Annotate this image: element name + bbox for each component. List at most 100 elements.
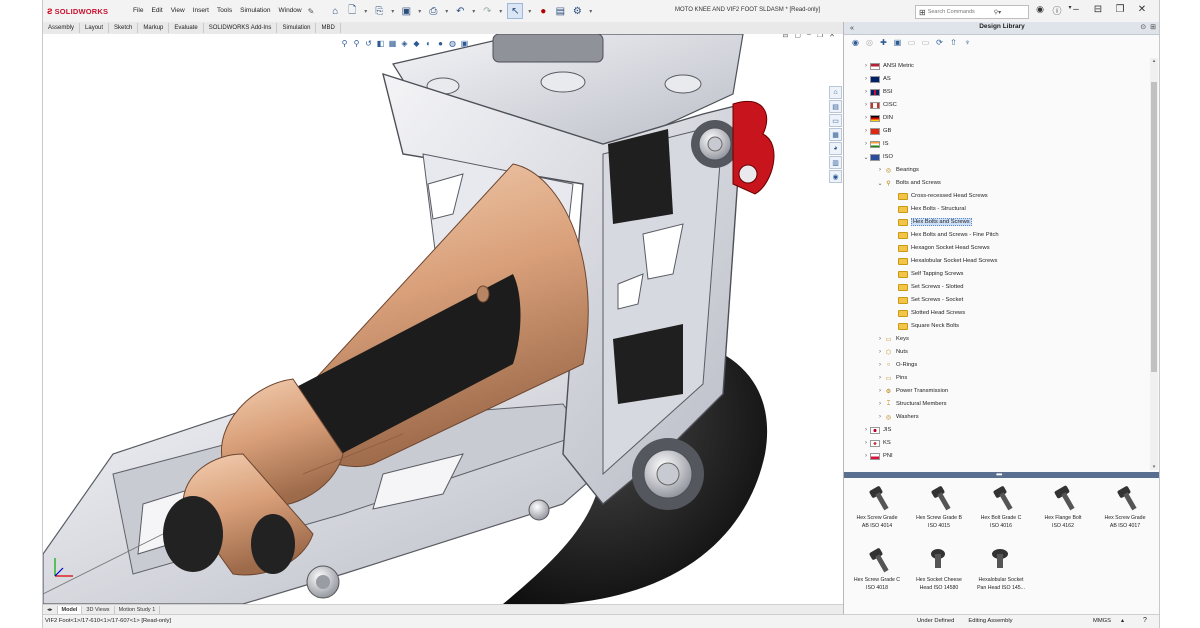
tree-item-bsi[interactable]: › BSI <box>862 86 892 98</box>
tab-markup[interactable]: Markup <box>138 23 170 33</box>
tree-item-iso[interactable]: ⌄ ISO <box>862 151 893 163</box>
print-dropdown-icon[interactable]: ▾ <box>443 4 450 18</box>
undo-icon[interactable]: ↶ <box>453 4 467 18</box>
library-item-hex-socket-cheese-head-iso-14580[interactable]: Hex Socket Cheese Head ISO 14580 <box>908 546 970 591</box>
up-one-level-icon[interactable]: ⇧ <box>948 37 959 48</box>
scroll-up-icon[interactable]: ▴ <box>1150 58 1158 64</box>
tree-item-structural-members[interactable]: › ⌶ Structural Members <box>876 398 947 410</box>
library-item-hex-screw-grade-ab-iso-4014[interactable]: Hex Screw Grade AB ISO 4014 <box>846 484 908 529</box>
tile-icon[interactable]: ⊟ <box>1087 4 1109 15</box>
menu-window[interactable]: Window <box>274 7 305 16</box>
tree-item-power-transmission[interactable]: › ⚙ Power Transmission <box>876 385 948 397</box>
menu-simulation[interactable]: Simulation <box>236 7 274 16</box>
tree-item-jis[interactable]: › JIS <box>862 424 891 436</box>
expand-icon[interactable]: › <box>876 375 884 381</box>
restore-icon[interactable]: ❐ <box>1109 4 1131 15</box>
tree-item-keys[interactable]: › ▭ Keys <box>876 333 909 345</box>
expand-icon[interactable]: › <box>876 362 884 368</box>
collapse-panel-icon[interactable]: « <box>850 25 854 32</box>
options-gear-icon[interactable]: ⚙ <box>570 4 584 18</box>
expand-icon[interactable]: › <box>876 349 884 355</box>
rebuild-icon[interactable]: ● <box>536 4 550 18</box>
scroll-down-icon[interactable]: ▾ <box>1150 464 1158 470</box>
expand-icon[interactable]: › <box>862 453 870 459</box>
expand-icon[interactable]: › <box>862 128 870 134</box>
solidworks-forum-icon[interactable]: ◉ <box>829 170 842 183</box>
search-commands-input[interactable] <box>927 9 990 15</box>
tree-item-self-tapping-screws[interactable]: Self Tapping Screws <box>898 268 963 280</box>
expand-icon[interactable]: › <box>862 115 870 121</box>
dynamic-annotation-icon[interactable]: ▦ <box>387 38 398 49</box>
search-scope-icon[interactable]: ⊞ <box>919 8 926 17</box>
tree-item-bolts-and-screws[interactable]: ⌄ ⚲ Bolts and Screws <box>876 177 940 189</box>
menu-file[interactable]: File <box>129 7 147 16</box>
viewport-minimize-icon[interactable]: – <box>807 34 811 39</box>
zoom-area-icon[interactable]: ⚲ <box>351 38 362 49</box>
viewport-close-icon[interactable]: ✕ <box>829 34 835 39</box>
library-item-hex-screw-grade-c-iso-4018[interactable]: Hex Screw Grade C ISO 4018 <box>846 546 908 591</box>
tree-item-as[interactable]: › AS <box>862 73 891 85</box>
panel-options-icon[interactable]: ⊙ <box>1140 23 1146 31</box>
pin-menu-icon[interactable]: ✎ <box>308 7 315 16</box>
splitter-grip-icon[interactable]: ••• <box>996 470 1002 479</box>
expand-icon[interactable]: › <box>876 388 884 394</box>
expand-icon[interactable]: › <box>862 427 870 433</box>
tree-item-din[interactable]: › DIN <box>862 112 893 124</box>
tab-assembly[interactable]: Assembly <box>43 23 81 33</box>
undo-dropdown-icon[interactable]: ▾ <box>470 4 477 18</box>
tree-item-pins[interactable]: › ▭ Pins <box>876 372 907 384</box>
menu-insert[interactable]: Insert <box>189 7 213 16</box>
library-item-hex-screw-grade-b-iso-4015[interactable]: Hex Screw Grade B ISO 4015 <box>908 484 970 529</box>
viewport-tile-icon[interactable]: ▢ <box>794 34 801 39</box>
solidworks-logo[interactable]: ƨ SOLIDWORKS <box>47 6 121 17</box>
tab-mbd[interactable]: MBD <box>316 23 341 33</box>
tree-item-hex-bolts-fine-pitch[interactable]: Hex Bolts and Screws - Fine Pitch <box>898 229 999 241</box>
tab-sketch[interactable]: Sketch <box>109 23 139 33</box>
previous-view-icon[interactable]: ↺ <box>363 38 374 49</box>
open-dropdown-icon[interactable]: ▾ <box>389 4 396 18</box>
library-item-hex-bolt-grade-c-iso-4016[interactable]: Hex Bolt Grade C ISO 4016 <box>970 484 1032 529</box>
status-help-icon[interactable]: ? <box>1143 617 1147 624</box>
search-magnifier-icon[interactable]: ⚲▾ <box>994 9 1001 16</box>
print-icon[interactable]: ⎙ <box>426 4 440 18</box>
tree-item-cross-recessed-head-screws[interactable]: Cross-recessed Head Screws <box>898 190 988 202</box>
tree-item-square-neck-bolts[interactable]: Square Neck Bolts <box>898 320 959 332</box>
save-dropdown-icon[interactable]: ▾ <box>416 4 423 18</box>
tree-item-o-rings[interactable]: › ○ O-Rings <box>876 359 917 371</box>
back-icon[interactable]: ◉ <box>850 37 861 48</box>
tree-item-cisc[interactable]: › CISC <box>862 99 897 111</box>
collapse-icon[interactable]: ⌄ <box>876 180 884 187</box>
new-document-icon[interactable]: 🗋 <box>345 4 359 18</box>
expand-icon[interactable]: › <box>862 89 870 95</box>
tab-simulation[interactable]: Simulation <box>277 23 317 33</box>
tab-layout[interactable]: Layout <box>80 23 110 33</box>
open-icon[interactable]: ⎘ <box>372 4 386 18</box>
unit-system-button[interactable]: MMGS <box>1093 618 1111 624</box>
menu-tools[interactable]: Tools <box>213 7 236 16</box>
tab-solidworks-addins[interactable]: SOLIDWORKS Add-Ins <box>204 23 278 33</box>
view-orientation-icon[interactable]: ◈ <box>399 38 410 49</box>
search-commands-box[interactable]: ⊞ ⚲▾ <box>915 5 1029 19</box>
tree-item-washers[interactable]: › ◎ Washers <box>876 411 919 423</box>
viewport-restore-icon[interactable]: ❐ <box>817 34 823 39</box>
display-style-icon[interactable]: ◆ <box>411 38 422 49</box>
unit-system-dropdown-icon[interactable]: ▴ <box>1121 618 1124 624</box>
menu-view[interactable]: View <box>167 7 189 16</box>
tree-item-is[interactable]: › IS <box>862 138 888 150</box>
view-settings-icon[interactable]: ▣ <box>459 38 470 49</box>
add-file-location-icon[interactable]: ▣ <box>892 37 903 48</box>
close-icon[interactable]: ✕ <box>1131 4 1153 15</box>
home-icon[interactable]: ⌂ <box>328 4 342 18</box>
minimize-icon[interactable]: – <box>1065 4 1087 15</box>
tab-evaluate[interactable]: Evaluate <box>169 23 204 33</box>
create-new-folder-icon[interactable]: ▭ <box>906 37 917 48</box>
tree-item-set-screws-socket[interactable]: Set Screws - Socket <box>898 294 963 306</box>
tree-item-ks[interactable]: › KS <box>862 437 891 449</box>
redo-dropdown-icon[interactable]: ▾ <box>497 4 504 18</box>
expand-icon[interactable]: › <box>876 401 884 407</box>
user-account-icon[interactable]: ◉ <box>1033 4 1047 17</box>
pin-panel-icon[interactable]: ⊞ <box>1150 23 1156 31</box>
file-explorer-icon[interactable]: ▭ <box>829 114 842 127</box>
save-icon[interactable]: ▣ <box>399 4 413 18</box>
tree-item-hex-bolts-structural[interactable]: Hex Bolts - Structural <box>898 203 966 215</box>
